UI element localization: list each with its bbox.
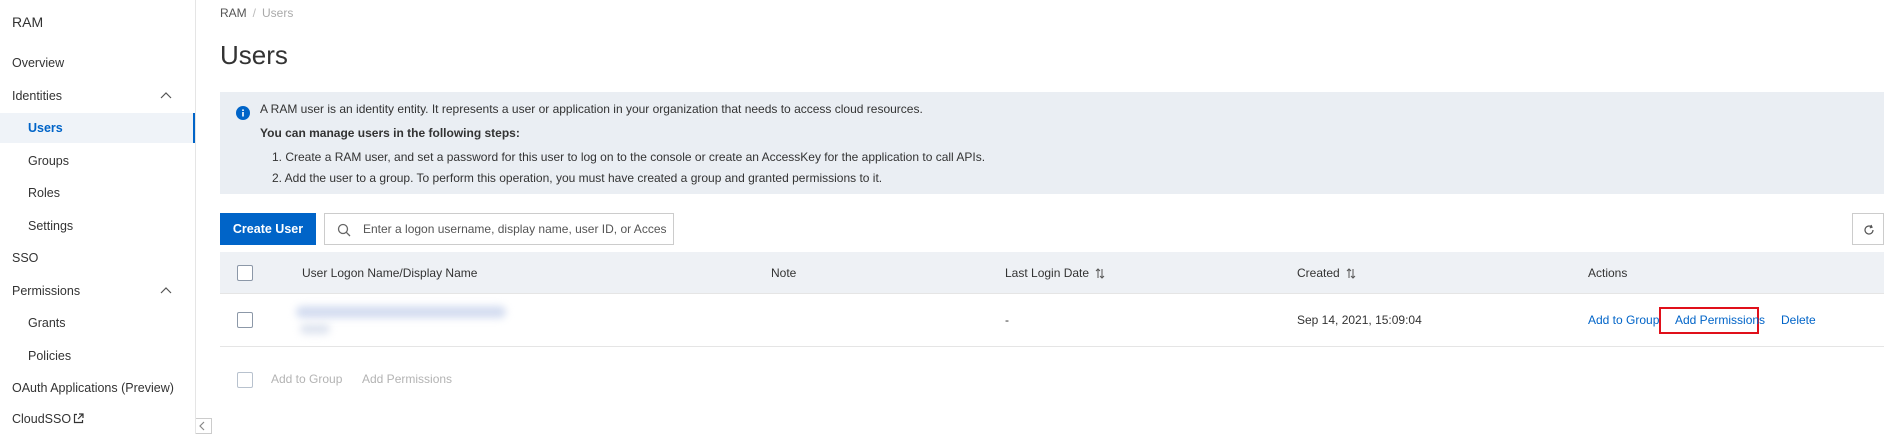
column-header-created[interactable]: Created	[1297, 252, 1356, 294]
info-text-intro: A RAM user is an identity entity. It rep…	[260, 102, 923, 116]
bulk-select-checkbox[interactable]	[237, 372, 253, 388]
column-header-label: Created	[1297, 266, 1340, 280]
sidebar-item-permissions[interactable]: Permissions	[0, 276, 195, 306]
column-header-label: Last Login Date	[1005, 266, 1090, 280]
created-cell: Sep 14, 2021, 15:09:04	[1297, 313, 1422, 327]
sidebar-item-oauth-applications[interactable]: OAuth Applications (Preview)	[0, 373, 195, 403]
sidebar-item-label: CloudSSO	[12, 412, 72, 426]
external-link-icon	[73, 413, 84, 424]
search-icon	[337, 223, 351, 237]
add-permissions-link[interactable]: Add Permissions	[1675, 294, 1765, 347]
row-checkbox[interactable]	[237, 312, 253, 328]
sidebar-title: RAM	[12, 14, 44, 30]
sidebar-collapse-button[interactable]	[196, 418, 212, 434]
sidebar-item-identities[interactable]: Identities	[0, 81, 195, 111]
sidebar: RAM Overview Identities Users Groups Rol…	[0, 0, 196, 434]
chevron-left-icon	[199, 421, 205, 431]
sidebar-item-overview[interactable]: Overview	[0, 48, 195, 78]
sidebar-item-sso[interactable]: SSO	[0, 243, 195, 273]
sort-icon	[1346, 268, 1356, 279]
refresh-icon	[1864, 224, 1874, 235]
sidebar-item-grants[interactable]: Grants	[0, 308, 195, 338]
sidebar-item-label: Permissions	[12, 284, 81, 298]
bulk-add-to-group-button[interactable]: Add to Group	[271, 372, 342, 386]
breadcrumb-current: Users	[262, 6, 294, 20]
user-name-redacted	[296, 304, 508, 338]
column-header-actions: Actions	[1588, 266, 1628, 280]
table-row: - Sep 14, 2021, 15:09:04 Add to Group Ad…	[220, 294, 1884, 347]
chevron-up-icon	[160, 92, 172, 99]
breadcrumb: RAM / Users	[220, 6, 293, 20]
search-box	[324, 213, 674, 245]
sidebar-item-roles[interactable]: Roles	[0, 178, 195, 208]
column-header-note: Note	[771, 266, 797, 280]
chevron-up-icon	[160, 287, 172, 294]
refresh-button[interactable]	[1852, 213, 1884, 245]
info-icon	[236, 106, 250, 120]
sidebar-item-groups[interactable]: Groups	[0, 146, 195, 176]
sidebar-item-policies[interactable]: Policies	[0, 341, 195, 371]
select-all-checkbox[interactable]	[237, 265, 253, 281]
info-box: A RAM user is an identity entity. It rep…	[220, 92, 1884, 194]
sidebar-item-label: Identities	[12, 89, 63, 103]
create-user-button[interactable]: Create User	[220, 213, 316, 245]
breadcrumb-separator: /	[252, 6, 257, 20]
info-text-step-1: 1. Create a RAM user, and set a password…	[272, 150, 986, 164]
sort-icon	[1095, 268, 1105, 279]
sidebar-item-cloudsso[interactable]: CloudSSO	[0, 404, 195, 434]
bulk-add-permissions-button[interactable]: Add Permissions	[362, 372, 452, 386]
column-header-last-login[interactable]: Last Login Date	[1005, 252, 1105, 294]
search-input[interactable]	[363, 214, 668, 244]
sidebar-item-users[interactable]: Users	[0, 113, 195, 143]
delete-link[interactable]: Delete	[1781, 294, 1816, 347]
page-title: Users	[220, 40, 288, 70]
column-header-user: User Logon Name/Display Name	[302, 266, 478, 280]
info-text-step-2: 2. Add the user to a group. To perform t…	[272, 171, 883, 185]
breadcrumb-root[interactable]: RAM	[220, 6, 247, 20]
last-login-cell: -	[1005, 313, 1009, 327]
info-text-heading: You can manage users in the following st…	[260, 126, 520, 140]
add-to-group-link[interactable]: Add to Group	[1588, 294, 1659, 347]
sidebar-item-settings[interactable]: Settings	[0, 211, 195, 241]
table-header: User Logon Name/Display Name Note Last L…	[220, 252, 1884, 294]
